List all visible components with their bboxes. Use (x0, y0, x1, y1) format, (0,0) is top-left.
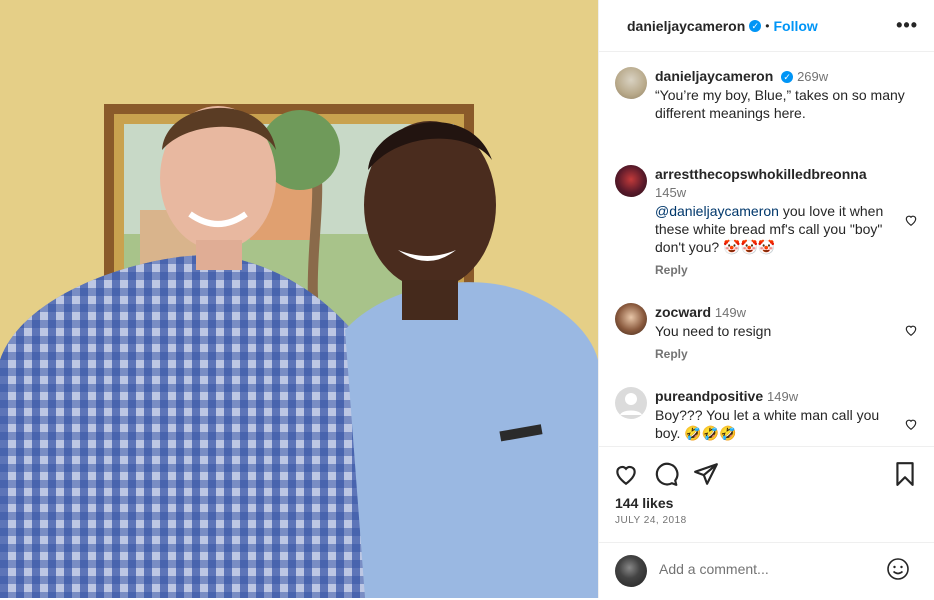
comment-item: pureandpositive 149w Boy??? You let a wh… (615, 387, 918, 445)
header-username[interactable]: danieljaycameron (627, 18, 745, 34)
verified-icon: ✓ (781, 71, 794, 84)
avatar (615, 555, 647, 587)
post-header: danieljaycameron ✓ • Follow ••• (599, 0, 934, 52)
default-avatar-icon (620, 393, 642, 415)
caption: danieljaycameron ✓ 269w “You’re my boy, … (615, 67, 918, 127)
comment-item: arrestthecopswhokilledbreonna 145w @dani… (615, 165, 918, 277)
reply-button[interactable]: Reply (655, 347, 688, 361)
avatar[interactable] (615, 67, 647, 99)
more-options-icon[interactable]: ••• (896, 15, 918, 36)
avatar[interactable] (615, 387, 647, 419)
caption-text: “You’re my boy, Blue,” takes on so many … (655, 87, 905, 121)
add-comment-bar: Add a comment... (599, 542, 934, 600)
post-photo[interactable] (0, 0, 598, 598)
comment-icon[interactable] (653, 461, 679, 487)
comment-time: 149w (767, 389, 799, 404)
like-comment-icon[interactable] (904, 323, 918, 337)
reply-button[interactable]: Reply (655, 263, 688, 277)
share-icon[interactable] (693, 461, 719, 487)
post-side-panel: danieljaycameron ✓ • Follow ••• danielja… (598, 0, 934, 598)
like-comment-icon[interactable] (904, 213, 918, 227)
like-comment-icon[interactable] (904, 417, 918, 431)
verified-icon: ✓ (749, 19, 762, 32)
post-date: JULY 24, 2018 (615, 515, 687, 526)
caption-time: 269w (797, 69, 829, 84)
emoji-icon[interactable] (886, 557, 910, 581)
comment-username[interactable]: pureandpositive (655, 388, 763, 404)
header-separator: • (765, 18, 770, 33)
post-actions: 144 likes JULY 24, 2018 Add a comment... (599, 446, 934, 587)
comment-text: Boy??? You let a white man call you boy.… (655, 407, 880, 441)
comment-text: You need to resign (655, 323, 772, 339)
comment-username[interactable]: zocward (655, 304, 711, 320)
comment-time: 145w (655, 185, 687, 200)
avatar[interactable] (615, 165, 647, 197)
comment-mention[interactable]: @danieljaycameron (655, 203, 779, 219)
comment-item: zocward 149w You need to resign Reply (615, 303, 918, 363)
likes-count[interactable]: 144 likes (615, 495, 673, 511)
comment-time: 149w (714, 305, 746, 320)
post-image (0, 0, 598, 598)
like-icon[interactable] (613, 461, 639, 487)
avatar[interactable] (615, 303, 647, 335)
follow-button[interactable]: Follow (773, 18, 817, 34)
comments-list[interactable]: danieljaycameron ✓ 269w “You’re my boy, … (599, 53, 934, 445)
add-comment-input[interactable]: Add a comment... (659, 561, 769, 577)
comment-username[interactable]: arrestthecopswhokilledbreonna (655, 166, 867, 182)
save-icon[interactable] (892, 461, 918, 487)
caption-username[interactable]: danieljaycameron (655, 68, 773, 84)
